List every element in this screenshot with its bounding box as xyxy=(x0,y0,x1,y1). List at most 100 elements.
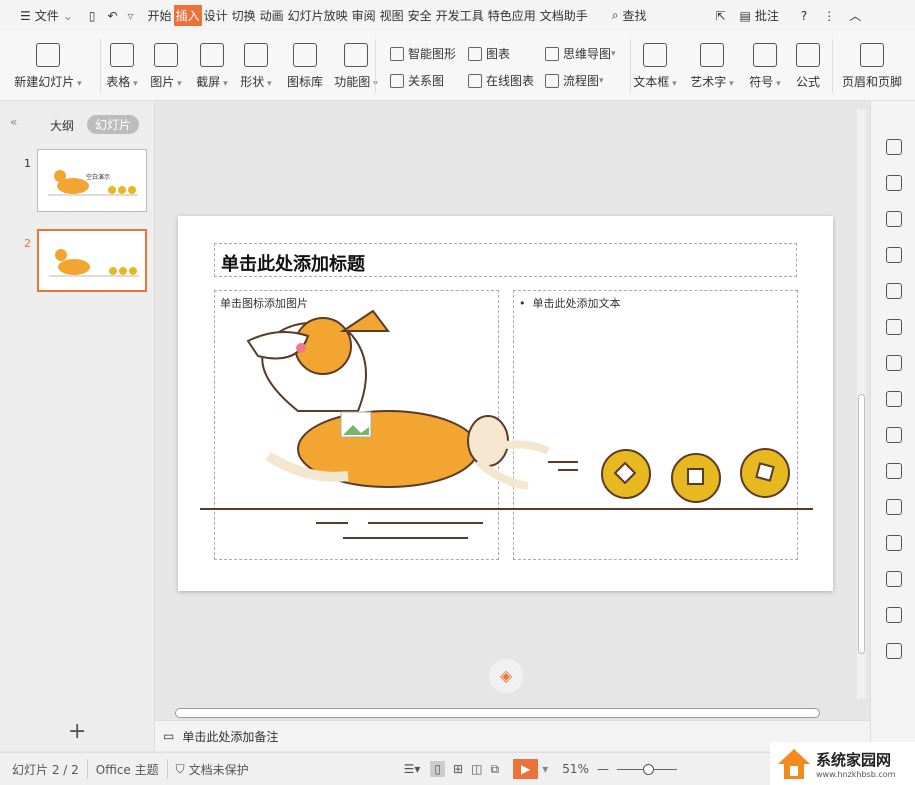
slide-thumbnail-1[interactable]: 空白演示 xyxy=(37,149,147,212)
reading-view-icon[interactable]: ◫ xyxy=(471,762,482,776)
ribbon-icon-7 xyxy=(643,43,667,67)
scrollbar-thumb[interactable] xyxy=(858,394,865,654)
tab-outline[interactable]: 大纲 xyxy=(50,117,74,134)
ribbon-toolbar: 新建幻灯片 ▾ 表格 ▾ 图片 ▾ 截屏 ▾ 形状 ▾ 图标库 功能图 ▾ 文本框 ▾ 艺术字 … xyxy=(0,31,915,101)
audio-icon[interactable] xyxy=(886,535,902,551)
tab-9[interactable]: 开发工具 xyxy=(434,5,486,26)
tab-8[interactable]: 安全 xyxy=(406,5,434,26)
tab-4[interactable]: 动画 xyxy=(258,5,286,26)
collapse-ribbon-icon[interactable]: ︿ xyxy=(847,5,863,26)
ribbon-small-button-4[interactable]: 思维导图 ▾ xyxy=(545,45,616,62)
ribbon-button-0[interactable]: 新建幻灯片 ▾ xyxy=(13,31,83,90)
ribbon-small-button-5[interactable]: 流程图 ▾ xyxy=(545,72,604,89)
chevron-down-icon[interactable]: ⌄ xyxy=(61,7,75,25)
presenter-icon[interactable]: ⧉ xyxy=(490,762,499,777)
play-button[interactable]: ▶ xyxy=(513,759,539,779)
notes-area[interactable]: ▭ 单击此处添加备注 xyxy=(155,720,870,751)
ribbon-label: 公式 xyxy=(795,75,820,89)
copy-slide-icon[interactable] xyxy=(886,175,902,191)
zoom-out-button[interactable]: — xyxy=(597,762,609,776)
ribbon-icon-11 xyxy=(860,43,884,67)
ribbon-label: 艺术字 xyxy=(690,75,727,89)
ribbon-small-icon xyxy=(545,73,559,88)
picture-icon[interactable] xyxy=(886,391,902,407)
scrollbar-thumb[interactable] xyxy=(175,708,820,718)
fill-icon[interactable] xyxy=(886,247,902,263)
tab-slides[interactable]: 幻灯片 xyxy=(87,115,140,134)
hamburger-icon[interactable]: ☰ xyxy=(18,7,33,25)
magic-icon[interactable] xyxy=(886,139,902,155)
security-icon[interactable] xyxy=(886,571,902,587)
theme-name[interactable]: Office 主题 xyxy=(96,761,159,778)
protection-status[interactable]: 文档未保护 xyxy=(189,761,249,778)
ribbon-small-button-2[interactable]: 图表 xyxy=(468,45,510,62)
settings-icon[interactable] xyxy=(886,355,902,371)
slide-sorter-icon[interactable]: ⊞ xyxy=(453,762,463,776)
tab-3[interactable]: 切换 xyxy=(230,5,258,26)
layout-icon[interactable] xyxy=(886,283,902,299)
ribbon-button-6[interactable]: 功能图 ▾ xyxy=(321,31,391,90)
comment-button[interactable]: 批注 xyxy=(753,5,781,26)
zoom-slider[interactable] xyxy=(616,763,677,775)
horizontal-scrollbar[interactable] xyxy=(155,706,855,720)
tab-2[interactable]: 设计 xyxy=(202,5,230,26)
ribbon-label: 文本框 xyxy=(633,75,670,89)
file-menu[interactable]: 文件 xyxy=(33,5,61,26)
ribbon-icon-0 xyxy=(36,43,60,67)
notes-toggle-icon[interactable]: ☰▾ xyxy=(404,762,421,776)
ribbon-label: 智能图形 xyxy=(408,47,457,61)
search-icon[interactable]: ⌕ xyxy=(610,6,621,25)
ribbon-small-button-1[interactable]: 关系图 xyxy=(390,72,444,89)
ribbon-label: 图片 xyxy=(150,75,175,89)
ribbon-small-button-3[interactable]: 在线图表 xyxy=(468,72,534,89)
collapse-panel-icon[interactable]: « xyxy=(10,115,17,129)
zoom-level[interactable]: 51% xyxy=(562,762,589,776)
slide: 单击此处添加标题 单击图标添加图片 • 单击此处添加文本 xyxy=(178,216,833,591)
share-icon[interactable] xyxy=(886,427,902,443)
comment-icon[interactable]: ▤ xyxy=(738,7,753,25)
search-button[interactable]: 查找 xyxy=(620,5,648,26)
notes-placeholder: 单击此处添加备注 xyxy=(182,729,279,744)
image-icon[interactable] xyxy=(886,499,902,515)
save-icon[interactable]: ▯ xyxy=(87,7,98,25)
ribbon-icon-8 xyxy=(700,43,724,67)
ribbon-small-icon xyxy=(468,46,482,61)
slide-thumbnail-2[interactable] xyxy=(37,229,147,292)
share-icon[interactable]: ⇱ xyxy=(713,7,727,25)
customize-dropdown-icon[interactable]: ▿ xyxy=(126,7,136,25)
history-icon[interactable] xyxy=(886,607,902,623)
ribbon-label: 形状 xyxy=(240,75,265,89)
tab-5[interactable]: 幻灯片放映 xyxy=(286,5,350,26)
add-slide-button[interactable]: + xyxy=(68,719,86,744)
ribbon-label: 关系图 xyxy=(408,74,445,88)
undo-icon[interactable]: ↶ xyxy=(105,7,119,25)
shape-icon[interactable] xyxy=(886,211,902,227)
assistant-icon[interactable]: ◈ xyxy=(489,659,523,693)
ribbon-label: 图标库 xyxy=(286,75,323,89)
ribbon-label: 图表 xyxy=(486,47,511,61)
vertical-scrollbar[interactable] xyxy=(857,109,866,699)
help-icon[interactable] xyxy=(886,643,902,659)
tab-1[interactable]: 插入 xyxy=(173,5,202,26)
normal-view-icon[interactable]: ▯ xyxy=(430,761,446,777)
tab-0[interactable]: 开始 xyxy=(146,5,174,26)
ribbon-label: 思维导图 xyxy=(563,47,612,61)
slide-count: 幻灯片 2 / 2 xyxy=(12,762,79,777)
ribbon-small-button-0[interactable]: 智能图形 xyxy=(390,45,456,62)
corgi-illustration xyxy=(200,309,813,539)
ribbon-small-icon xyxy=(390,73,404,88)
thumbnail-title: 空白演示 xyxy=(86,174,111,181)
ribbon-button-11[interactable]: 页眉和页脚 xyxy=(837,31,907,90)
tab-11[interactable]: 文档助手 xyxy=(538,5,590,26)
watermark-logo: 系统家园网 www.hnzkhbsb.com xyxy=(770,742,915,785)
tab-6[interactable]: 审阅 xyxy=(350,5,378,26)
tab-7[interactable]: 视图 xyxy=(378,5,406,26)
ribbon-label: 新建幻灯片 xyxy=(14,75,75,89)
tab-10[interactable]: 特色应用 xyxy=(486,5,538,26)
more-icon[interactable]: ⋮ xyxy=(821,7,837,25)
chart-icon[interactable] xyxy=(886,319,902,335)
ribbon-label: 截屏 xyxy=(196,75,221,89)
menubar: ☰ 文件 ⌄ ▯ ↶ ▿ 开始 插入 设计 切换 动画 幻灯片放映 审阅 视图 安全 开发工具 特色… xyxy=(0,0,915,31)
help-icon[interactable]: ? xyxy=(799,7,809,25)
archive-icon[interactable] xyxy=(886,463,902,479)
